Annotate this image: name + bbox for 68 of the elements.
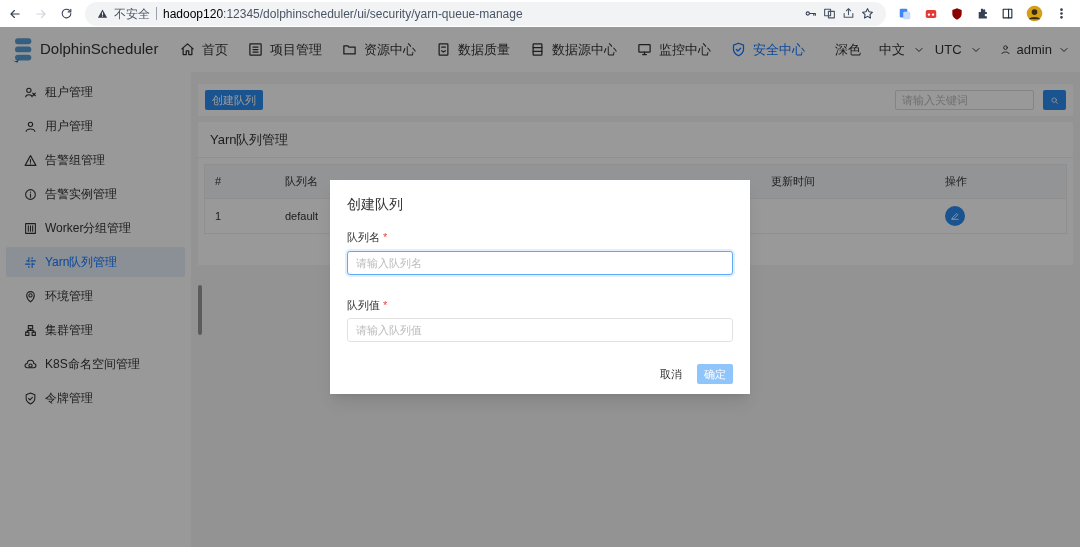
theme-toggle[interactable]: 深色 — [834, 39, 861, 60]
home-icon — [180, 42, 196, 57]
scrollbar[interactable] — [198, 285, 202, 335]
user-icon — [999, 44, 1011, 55]
column-header: # — [214, 174, 223, 190]
side-panel-icon[interactable] — [1001, 7, 1014, 20]
sidebar-item[interactable]: Worker分组管理 — [6, 213, 185, 243]
edit-button[interactable] — [945, 206, 965, 226]
star-icon[interactable] — [861, 7, 874, 20]
list-icon — [248, 42, 264, 57]
sidebar-item[interactable]: 租户管理 — [6, 77, 185, 107]
shield-icon — [24, 391, 37, 405]
sidebar-item[interactable]: 令牌管理 — [6, 383, 185, 413]
timezone-dropdown[interactable]: UTC — [934, 39, 982, 60]
info-icon — [24, 187, 37, 201]
folder-icon — [342, 42, 358, 57]
sidebar-item[interactable]: 环境管理 — [6, 281, 185, 311]
card-title: Yarn队列管理 — [210, 130, 289, 149]
hierarchy-icon — [24, 323, 37, 337]
column-header: 更新时间 — [770, 174, 816, 190]
table-cell-text: default — [284, 208, 320, 224]
shield-icon — [731, 42, 747, 57]
nav-item[interactable]: 安全中心 — [731, 27, 806, 72]
database-icon — [530, 42, 546, 57]
sidebar-item[interactable]: 告警组管理 — [6, 145, 185, 175]
pencil-icon — [950, 211, 960, 221]
nav-item[interactable]: 项目管理 — [248, 27, 323, 72]
security-label: 不安全 — [114, 5, 150, 23]
user-icon — [24, 119, 37, 133]
users-icon — [24, 85, 37, 99]
column-header: 队列名 — [284, 174, 319, 190]
user-menu[interactable]: admin — [999, 39, 1070, 60]
sliders-icon — [24, 221, 37, 235]
translate-icon[interactable] — [823, 7, 836, 20]
sidebar-item[interactable]: 告警实例管理 — [6, 179, 185, 209]
dialog-title: 创建队列 — [347, 195, 404, 214]
column-header: 操作 — [944, 174, 968, 190]
nav-item[interactable]: 资源中心 — [342, 27, 417, 72]
share-icon[interactable] — [842, 7, 855, 20]
sidebar-item[interactable]: K8S命名空间管理 — [6, 349, 185, 379]
url-text: hadoop120:12345/dolphinscheduler/ui/security/yarn-queue-manage — [163, 5, 523, 23]
document-icon — [436, 42, 452, 57]
reload-icon[interactable] — [60, 7, 73, 20]
nav-item[interactable]: 监控中心 — [637, 27, 712, 72]
search-icon — [1050, 95, 1059, 105]
nav-item[interactable]: 数据质量 — [436, 27, 511, 72]
grid-icon — [24, 255, 37, 269]
input-field[interactable]: 请输入队列名 — [347, 250, 733, 275]
location-icon — [24, 289, 37, 303]
nav-item[interactable]: 首页 — [180, 27, 229, 72]
logo-text: DolphinScheduler — [40, 39, 159, 60]
sidebar-item[interactable]: 集群管理 — [6, 315, 185, 345]
table-cell-text: 1 — [214, 208, 223, 224]
cloud-icon — [24, 357, 37, 371]
avatar-icon[interactable] — [1026, 5, 1043, 22]
sidebar-item[interactable]: 用户管理 — [6, 111, 185, 141]
language-dropdown[interactable]: 中文 — [878, 39, 925, 60]
cancel-button[interactable]: 取消 — [659, 365, 683, 383]
shield-extension-icon[interactable] — [950, 6, 964, 21]
field-label: 队列名 * — [347, 230, 389, 245]
field-label: 队列值 * — [347, 297, 389, 313]
address-bar[interactable]: 不安全 hadoop120:12345/dolphinscheduler/ui/security/yarn-queue-manage — [85, 1, 886, 26]
monitor-icon — [637, 42, 653, 57]
nav-item[interactable]: 数据源中心 — [530, 27, 618, 72]
warning-icon — [24, 153, 37, 167]
translate-extension-icon[interactable] — [898, 6, 912, 21]
warning-icon — [97, 8, 108, 19]
puzzle-icon[interactable] — [976, 7, 989, 20]
